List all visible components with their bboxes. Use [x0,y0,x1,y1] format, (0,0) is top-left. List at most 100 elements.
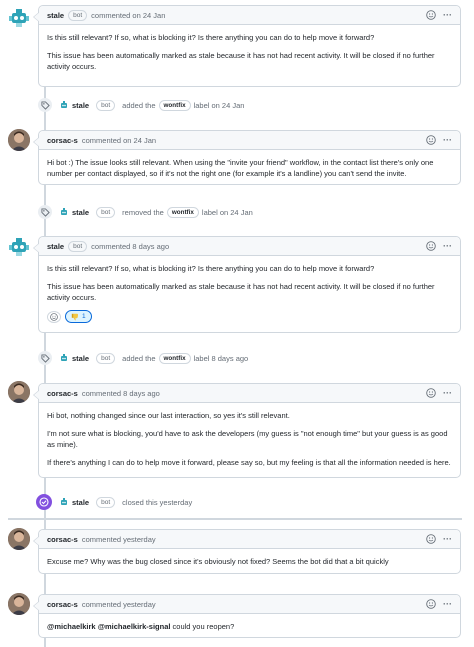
smiley-icon [50,312,58,321]
kebab-menu-icon[interactable]: ··· [443,388,452,398]
comment-body: Hi bot :) The issue looks still relevant… [39,150,460,186]
thumbs-down-icon [71,313,79,320]
user-avatar-icon[interactable] [8,593,30,615]
comment-timestamp[interactable]: commented 8 days ago [82,389,160,398]
event-action: removed the [122,207,164,217]
comment-body: Is this still relevant? If so, what is b… [39,25,460,79]
timeline-event-closed: stale bot closed this yesterday [36,494,192,510]
tag-icon [38,98,52,112]
label-chip[interactable]: wontfix [158,99,191,111]
comment-header: stale bot commented on 24 Jan ··· [39,6,460,25]
robot-avatar-icon[interactable] [8,6,30,28]
comment-card: corsac-s commented 8 days ago ··· Hi bot… [33,383,461,478]
bot-badge: bot [96,99,116,111]
tag-icon [38,205,52,219]
comment-paragraph: Is this still relevant? If so, what is b… [47,33,375,42]
robot-avatar-icon[interactable] [59,207,69,217]
event-actor[interactable]: stale [72,101,89,110]
comment-body: Hi bot, nothing changed since our last i… [39,403,460,475]
event-action: added the [122,100,156,110]
comment-paragraph: If there's anything I can do to help mov… [47,458,451,467]
robot-avatar-icon[interactable] [59,100,69,110]
comment-header: corsac-s commented 8 days ago ··· [39,384,460,403]
event-action: closed this yesterday [122,497,193,507]
comment-card: stale bot commented on 24 Jan ··· Is thi… [33,5,461,87]
comment-header: corsac-s commented on 24 Jan ··· [39,131,460,150]
user-mention-link[interactable]: @michaelkirk-signal [98,622,171,631]
comment-card: corsac-s commented yesterday ··· @michae… [33,594,461,639]
comment-paragraph: This issue has been automatically marked… [47,282,435,302]
label-chip[interactable]: wontfix [166,206,199,218]
event-suffix: label 8 days ago [193,353,249,363]
comment-timestamp[interactable]: commented yesterday [82,600,156,609]
timeline-event-labeled: stale bot added the wontfix label 8 days… [38,350,248,366]
comment-timestamp[interactable]: commented 8 days ago [91,242,169,251]
comment-card: stale bot commented 8 days ago ··· Is th… [33,236,461,333]
event-actor[interactable]: stale [72,354,89,363]
comment-author[interactable]: corsac-s [47,136,78,145]
timeline-event-unlabeled: stale bot removed the wontfix label on 2… [38,204,253,220]
comment-paragraph: Is this still relevant? If so, what is b… [47,264,375,273]
kebab-menu-icon[interactable]: ··· [443,241,452,251]
user-mention-link[interactable]: @michaelkirk [47,622,96,631]
robot-avatar-icon[interactable] [59,497,69,507]
closed-issue-icon [36,494,52,510]
user-avatar-icon[interactable] [8,129,30,151]
comment-paragraph: Hi bot, nothing changed since our last i… [47,411,290,420]
comment-timestamp[interactable]: commented on 24 Jan [82,136,156,145]
comment-body: Excuse me? Why was the bug closed since … [39,549,460,574]
timeline-event-labeled: stale bot added the wontfix label on 24 … [38,97,244,113]
comment-author[interactable]: corsac-s [47,535,78,544]
kebab-menu-icon[interactable]: ··· [443,599,452,609]
comment-paragraph: @michaelkirk @michaelkirk-signal could y… [47,621,452,632]
kebab-menu-icon[interactable]: ··· [443,135,452,145]
comment-header: corsac-s commented yesterday ··· [39,530,460,549]
comment-body: Is this still relevant? If so, what is b… [39,256,460,330]
robot-avatar-icon[interactable] [8,235,30,257]
comment-card: corsac-s commented on 24 Jan ··· Hi bot … [33,130,461,186]
event-action: added the [122,353,156,363]
bot-badge: bot [68,9,88,21]
event-suffix: label on 24 Jan [201,207,253,217]
smiley-icon[interactable] [426,599,436,609]
comment-card: corsac-s commented yesterday ··· Excuse … [33,529,461,574]
kebab-menu-icon[interactable]: ··· [443,534,452,544]
kebab-menu-icon[interactable]: ··· [443,10,452,20]
comment-paragraph: I'm not sure what is blocking, you'd hav… [47,429,448,449]
smiley-icon[interactable] [426,10,436,20]
timeline-divider [8,518,462,520]
smiley-icon[interactable] [426,241,436,251]
bot-badge: bot [68,240,88,252]
bot-badge: bot [96,496,116,508]
bot-badge: bot [96,206,116,218]
smiley-icon[interactable] [426,135,436,145]
add-reaction-button[interactable] [47,310,61,323]
comment-author[interactable]: stale [47,11,64,20]
comment-timestamp[interactable]: commented on 24 Jan [91,11,165,20]
tag-icon [38,351,52,365]
comment-text: could you reopen? [172,622,235,631]
comment-author[interactable]: stale [47,242,64,251]
comment-header: stale bot commented 8 days ago ··· [39,237,460,256]
smiley-icon[interactable] [426,388,436,398]
user-avatar-icon[interactable] [8,528,30,550]
comment-header: corsac-s commented yesterday ··· [39,595,460,614]
thumbs-down-reaction[interactable]: 1 [65,310,92,323]
event-actor[interactable]: stale [72,498,89,507]
comment-paragraph: Hi bot :) The issue looks still relevant… [47,158,434,178]
comment-body: @michaelkirk @michaelkirk-signal could y… [39,614,460,639]
reactions-bar: 1 [47,310,452,323]
comment-paragraph: Excuse me? Why was the bug closed since … [47,557,389,566]
event-actor[interactable]: stale [72,208,89,217]
robot-avatar-icon[interactable] [59,353,69,363]
bot-badge: bot [96,352,116,364]
comment-author[interactable]: corsac-s [47,600,78,609]
user-avatar-icon[interactable] [8,381,30,403]
reaction-count: 1 [82,313,86,320]
smiley-icon[interactable] [426,534,436,544]
label-chip[interactable]: wontfix [158,352,191,364]
comment-timestamp[interactable]: commented yesterday [82,535,156,544]
event-suffix: label on 24 Jan [193,100,245,110]
comment-paragraph: This issue has been automatically marked… [47,51,435,71]
comment-author[interactable]: corsac-s [47,389,78,398]
